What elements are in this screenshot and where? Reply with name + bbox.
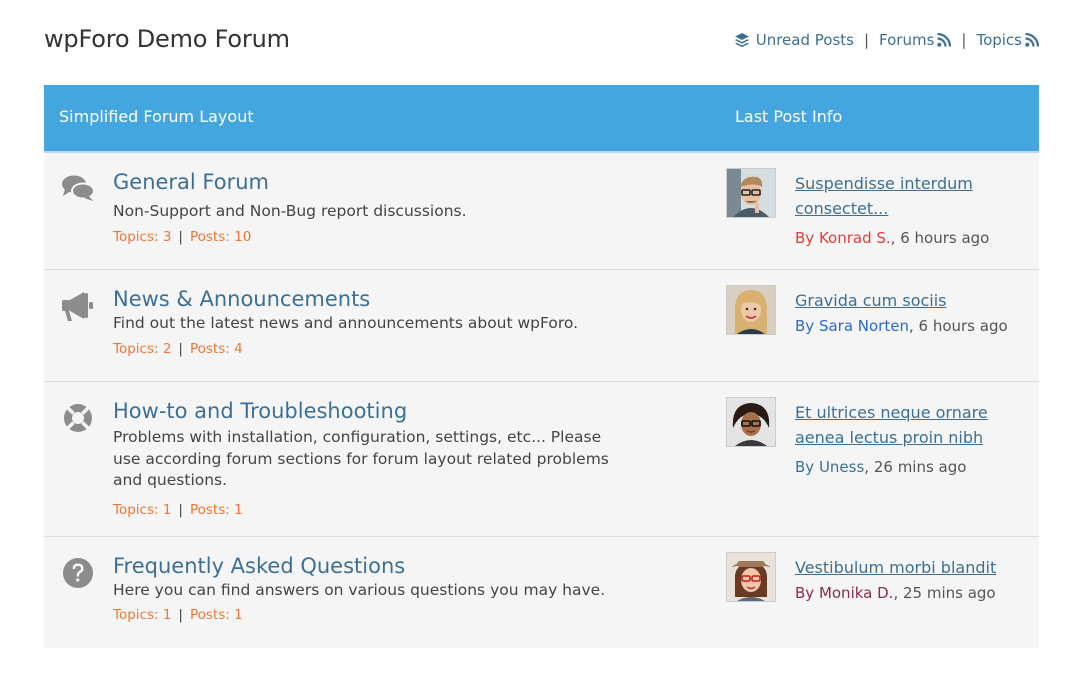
bullhorn-icon [62, 292, 93, 321]
layers-icon [734, 33, 749, 48]
posts-count: Posts: 4 [189, 341, 243, 357]
topics-feed-label: Topics [976, 31, 1022, 49]
forum-row: How-to and Troubleshooting Problems with… [44, 382, 1039, 537]
forum-list: General Forum Non-Support and Non-Bug re… [44, 153, 1039, 648]
separator: | [961, 31, 967, 49]
question-circle-icon [63, 558, 93, 588]
forums-feed-label: Forums [879, 31, 935, 49]
last-post-title-link[interactable]: Suspendisse interdum consectet... [795, 171, 1005, 221]
forum-title-link[interactable]: News & Announcements [113, 287, 370, 311]
rss-icon [937, 33, 952, 47]
by-prefix: By [795, 317, 819, 335]
forum-row: Frequently Asked Questions Here you can … [44, 537, 1039, 648]
stats-separator: | [178, 229, 183, 245]
stats-separator: | [178, 607, 183, 623]
topics-count: Topics: 3 [113, 229, 172, 245]
user-avatar-image [727, 169, 775, 217]
last-post-meta: By Monika D., 25 mins ago [795, 584, 996, 602]
topics-count: Topics: 1 [113, 502, 172, 518]
last-post-meta: By Sara Norten, 6 hours ago [795, 317, 1008, 335]
last-post-author-link[interactable]: Sara Norten [819, 317, 909, 335]
forum-description: Non-Support and Non-Bug report discussio… [113, 202, 467, 220]
avatar[interactable] [726, 168, 776, 218]
by-prefix: By [795, 458, 819, 476]
forum-stats: Topics: 1 | Posts: 1 [113, 607, 243, 623]
forum-row: News & Announcements Find out the latest… [44, 270, 1039, 382]
stats-separator: | [178, 502, 183, 518]
separator: | [863, 31, 870, 49]
last-post-meta: By Uness, 26 mins ago [795, 458, 966, 476]
forum-list-header: Simplified Forum Layout Last Post Info [44, 85, 1039, 153]
forum-stats: Topics: 3 | Posts: 10 [113, 229, 251, 245]
forum-title-link[interactable]: Frequently Asked Questions [113, 554, 405, 578]
posts-count: Posts: 1 [189, 607, 243, 623]
topics-feed-link[interactable]: Topics [976, 31, 1039, 49]
forum-title-link[interactable]: General Forum [113, 170, 269, 194]
user-avatar-image [727, 553, 775, 601]
last-post-title-link[interactable]: Gravida cum sociis [795, 288, 1005, 313]
forum-description: Here you can find answers on various que… [113, 581, 606, 599]
last-post-time: , 6 hours ago [908, 317, 1008, 335]
by-prefix: By [795, 584, 819, 602]
unread-posts-link[interactable]: Unread Posts [734, 31, 854, 49]
unread-posts-label: Unread Posts [755, 31, 854, 49]
forum-description: Problems with installation, configuratio… [113, 428, 609, 489]
forum-row: General Forum Non-Support and Non-Bug re… [44, 153, 1039, 270]
last-post-time: , 25 mins ago [893, 584, 996, 602]
avatar[interactable] [726, 552, 776, 602]
forum-stats: Topics: 2 | Posts: 4 [113, 341, 243, 357]
last-post-author-link[interactable]: Monika D. [819, 584, 894, 602]
topics-count: Topics: 2 [113, 341, 172, 357]
forum-title-link[interactable]: How-to and Troubleshooting [113, 399, 407, 423]
forum-description: Find out the latest news and announcemen… [113, 314, 579, 332]
user-avatar-image [727, 398, 775, 446]
last-post-time: , 6 hours ago [890, 229, 990, 247]
last-post-author-link[interactable]: Uness [819, 458, 864, 476]
last-post-author-link[interactable]: Konrad S. [819, 229, 891, 247]
last-post-title-link[interactable]: Vestibulum morbi blandit [795, 555, 1005, 580]
forum-stats: Topics: 1 | Posts: 1 [113, 502, 243, 518]
last-post-time: , 26 mins ago [864, 458, 967, 476]
user-avatar-image [727, 286, 775, 334]
last-post-info-heading: Last Post Info [735, 107, 843, 126]
avatar[interactable] [726, 285, 776, 335]
posts-count: Posts: 10 [189, 229, 252, 245]
site-title: wpForo Demo Forum [44, 25, 290, 53]
last-post-title-link[interactable]: Et ultrices neque ornare aenea lectus pr… [795, 400, 1005, 450]
by-prefix: By [795, 229, 819, 247]
layout-title: Simplified Forum Layout [59, 107, 254, 126]
rss-icon [1025, 33, 1039, 47]
comments-icon [62, 175, 95, 201]
forums-feed-link[interactable]: Forums [879, 31, 952, 49]
avatar[interactable] [726, 397, 776, 447]
topics-count: Topics: 1 [113, 607, 172, 623]
last-post-meta: By Konrad S., 6 hours ago [795, 229, 989, 247]
stats-separator: | [178, 341, 183, 357]
life-ring-icon [64, 404, 92, 432]
top-links: Unread Posts | Forums | Topics [734, 31, 1039, 49]
posts-count: Posts: 1 [189, 502, 243, 518]
